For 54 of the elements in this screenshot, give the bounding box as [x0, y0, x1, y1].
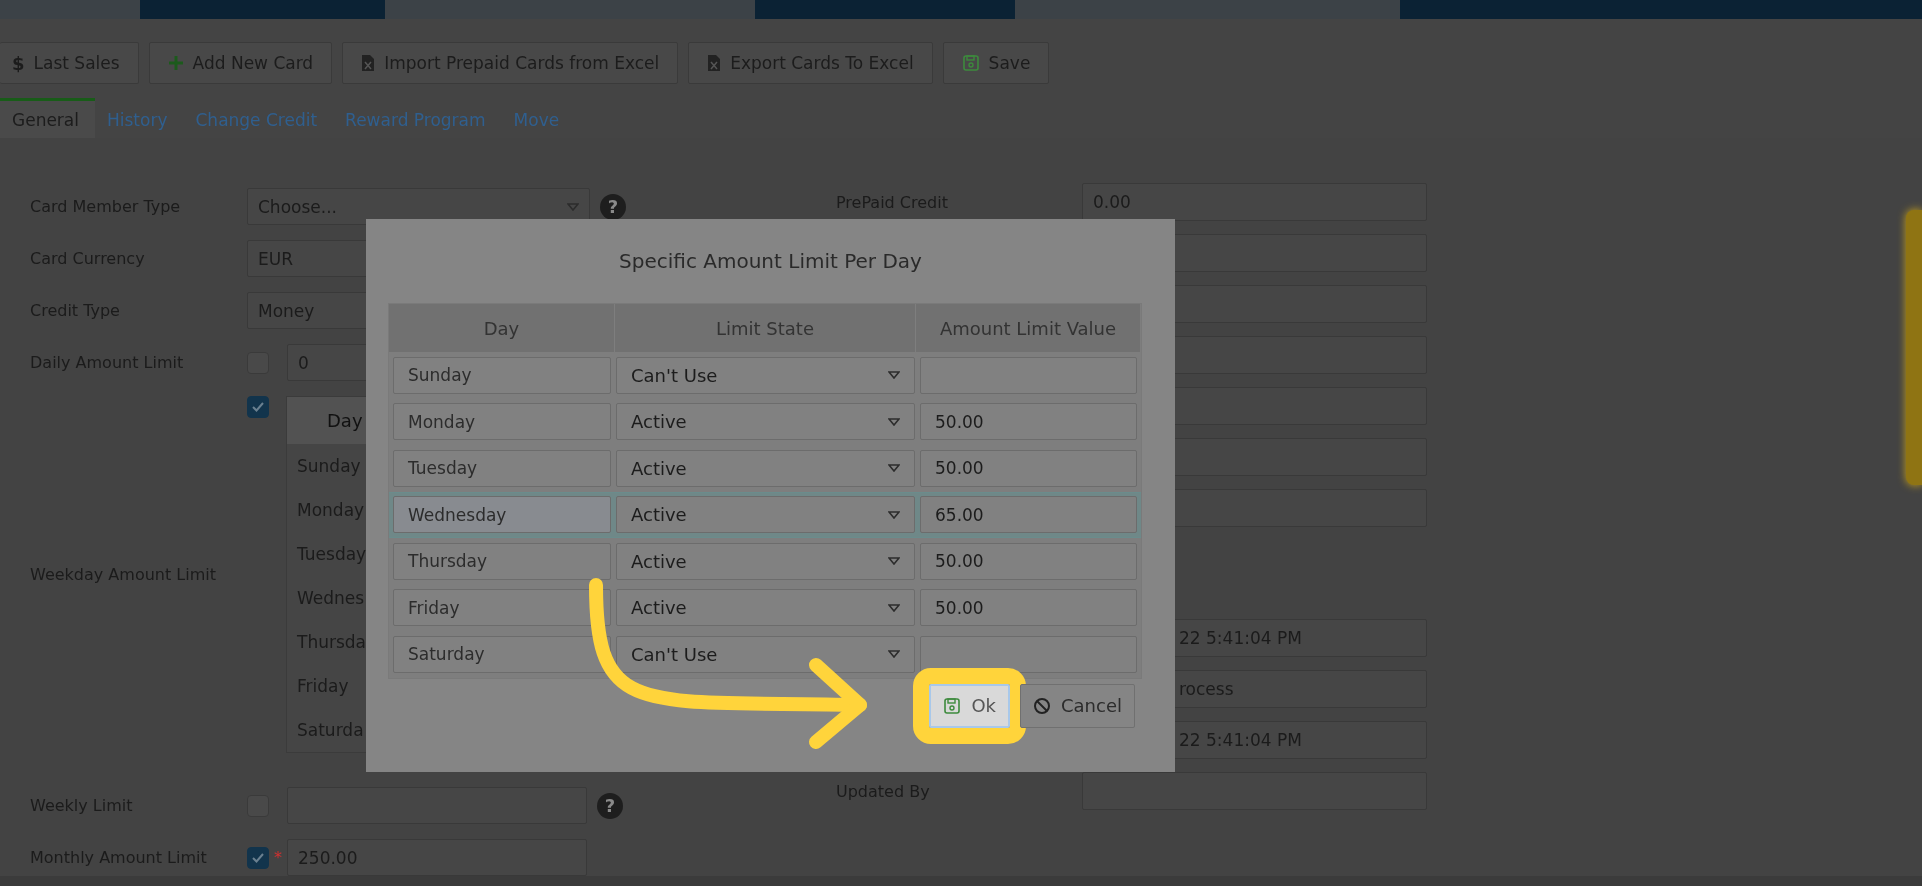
- state-select[interactable]: Active: [616, 496, 915, 534]
- amount-field[interactable]: [920, 635, 1137, 673]
- state-select[interactable]: Can't Use: [616, 635, 915, 673]
- prohibited-icon: [1033, 696, 1051, 715]
- caret-icon: [888, 603, 900, 612]
- caret-icon: [888, 650, 900, 659]
- check-icon: [252, 402, 264, 412]
- help-icon[interactable]: ?: [600, 193, 626, 220]
- day-field: Saturday: [393, 635, 611, 673]
- save-icon: [961, 54, 980, 72]
- amount-field[interactable]: 65.00: [920, 496, 1137, 534]
- amount-field[interactable]: 50.00: [920, 542, 1137, 580]
- top-field[interactable]: [385, 0, 755, 19]
- caret-icon: [567, 202, 579, 211]
- checkbox[interactable]: [247, 396, 269, 418]
- top-field[interactable]: [1015, 0, 1400, 19]
- day-field: Monday: [393, 403, 611, 441]
- amount-field[interactable]: 50.00: [920, 589, 1137, 627]
- day-field: Sunday: [393, 356, 611, 394]
- column-header: Amount Limit Value: [916, 304, 1141, 352]
- table-row[interactable]: Tuesday Active 50.00: [389, 445, 1141, 492]
- day-field: Friday: [393, 589, 611, 627]
- table-row[interactable]: Wednesday Active 65.00: [389, 491, 1141, 538]
- plus-icon: [167, 55, 184, 71]
- save-icon: [943, 696, 962, 715]
- table-row[interactable]: Thursday Active 50.00: [389, 538, 1141, 585]
- table-row[interactable]: Sunday Can't Use: [389, 352, 1141, 399]
- state-select[interactable]: Active: [616, 589, 915, 627]
- state-select[interactable]: Can't Use: [616, 356, 915, 394]
- amount-field[interactable]: 50.00: [920, 403, 1137, 441]
- required-mark: *: [273, 848, 283, 867]
- spreadsheet-file-icon: [707, 54, 722, 72]
- state-select[interactable]: Active: [616, 542, 915, 580]
- caret-icon: [888, 371, 900, 380]
- day-field: Tuesday: [393, 449, 611, 487]
- checkbox[interactable]: [247, 846, 269, 869]
- state-select[interactable]: Active: [616, 403, 915, 441]
- caret-icon: [888, 510, 900, 519]
- check-icon: [252, 852, 264, 863]
- top-field[interactable]: [0, 0, 140, 19]
- state-select[interactable]: Active: [616, 449, 915, 487]
- column-header: Limit State: [615, 304, 916, 352]
- amount-field[interactable]: 50.00: [920, 449, 1137, 487]
- caret-icon: [888, 417, 900, 426]
- day-field: Thursday: [393, 542, 611, 580]
- spreadsheet-file-icon: [361, 54, 376, 72]
- help-icon[interactable]: ?: [597, 792, 623, 819]
- caret-icon: [888, 557, 900, 566]
- day-field: Wednesday: [393, 496, 611, 534]
- column-header: Day: [389, 304, 615, 352]
- input-field[interactable]: [1082, 772, 1427, 810]
- dialog-button[interactable]: Cancel: [1020, 683, 1135, 728]
- caret-icon: [888, 464, 900, 473]
- dialog-title: Specific Amount Limit Per Day: [618, 248, 923, 275]
